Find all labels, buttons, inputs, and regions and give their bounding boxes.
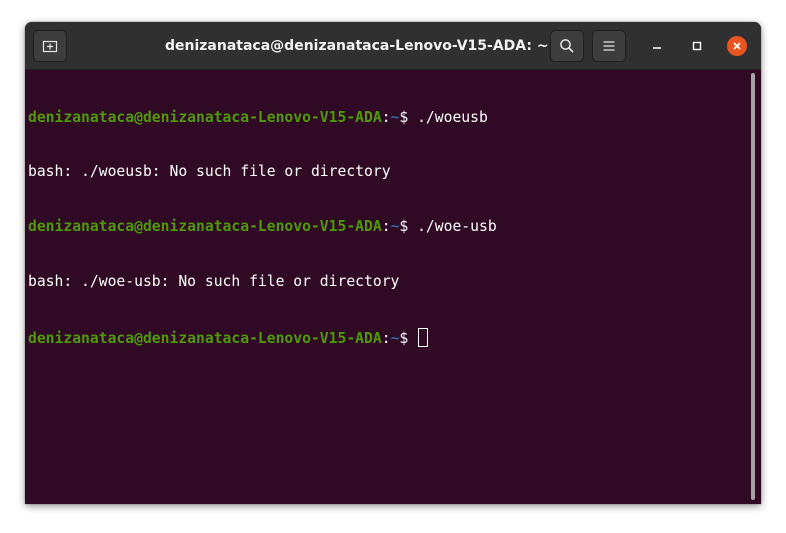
terminal-line-prompt: denizanataca@denizanataca-Lenovo-V15-ADA… [28, 109, 746, 127]
terminal-window: denizanataca@denizanataca-Lenovo-V15-ADA… [25, 22, 761, 504]
prompt-separator: : [381, 108, 391, 126]
prompt-separator: : [381, 218, 391, 236]
prompt-separator: : [381, 330, 391, 348]
terminal-line-output: bash: ./woeusb: No such file or director… [28, 163, 391, 181]
prompt-symbol: $ [399, 218, 418, 236]
terminal-line-prompt: denizanataca@denizanataca-Lenovo-V15-ADA… [28, 218, 746, 236]
title-bar[interactable]: denizanataca@denizanataca-Lenovo-V15-ADA… [25, 22, 761, 70]
search-button[interactable] [550, 30, 584, 62]
close-button[interactable] [727, 36, 747, 56]
search-icon [560, 39, 574, 53]
prompt-user-host: denizanataca@denizanataca-Lenovo-V15-ADA [28, 218, 382, 236]
scrollbar[interactable] [749, 72, 757, 502]
terminal-output[interactable]: denizanataca@denizanataca-Lenovo-V15-ADA… [28, 72, 746, 500]
window-title: denizanataca@denizanataca-Lenovo-V15-ADA… [165, 38, 549, 54]
close-icon [733, 42, 741, 50]
hamburger-menu-icon [603, 41, 615, 51]
new-tab-icon [42, 40, 58, 53]
maximize-button[interactable] [687, 36, 707, 56]
text-cursor [418, 328, 429, 348]
command-text: ./woeusb [417, 108, 488, 126]
terminal-line-output: bash: ./woe-usb: No such file or directo… [28, 273, 400, 291]
prompt-user-host: denizanataca@denizanataca-Lenovo-V15-ADA [28, 108, 382, 126]
minimize-icon [653, 47, 661, 49]
menu-button[interactable] [592, 30, 626, 62]
scrollbar-thumb[interactable] [751, 73, 755, 500]
maximize-icon [692, 41, 702, 51]
prompt-symbol: $ [399, 108, 418, 126]
minimize-button[interactable] [647, 36, 667, 56]
prompt-user-host: denizanataca@denizanataca-Lenovo-V15-ADA [28, 330, 382, 348]
terminal-line-prompt: denizanataca@denizanataca-Lenovo-V15-ADA… [28, 328, 746, 348]
command-text: ./woe-usb [417, 218, 497, 236]
new-tab-button[interactable] [33, 30, 67, 62]
prompt-symbol: $ [399, 330, 418, 348]
